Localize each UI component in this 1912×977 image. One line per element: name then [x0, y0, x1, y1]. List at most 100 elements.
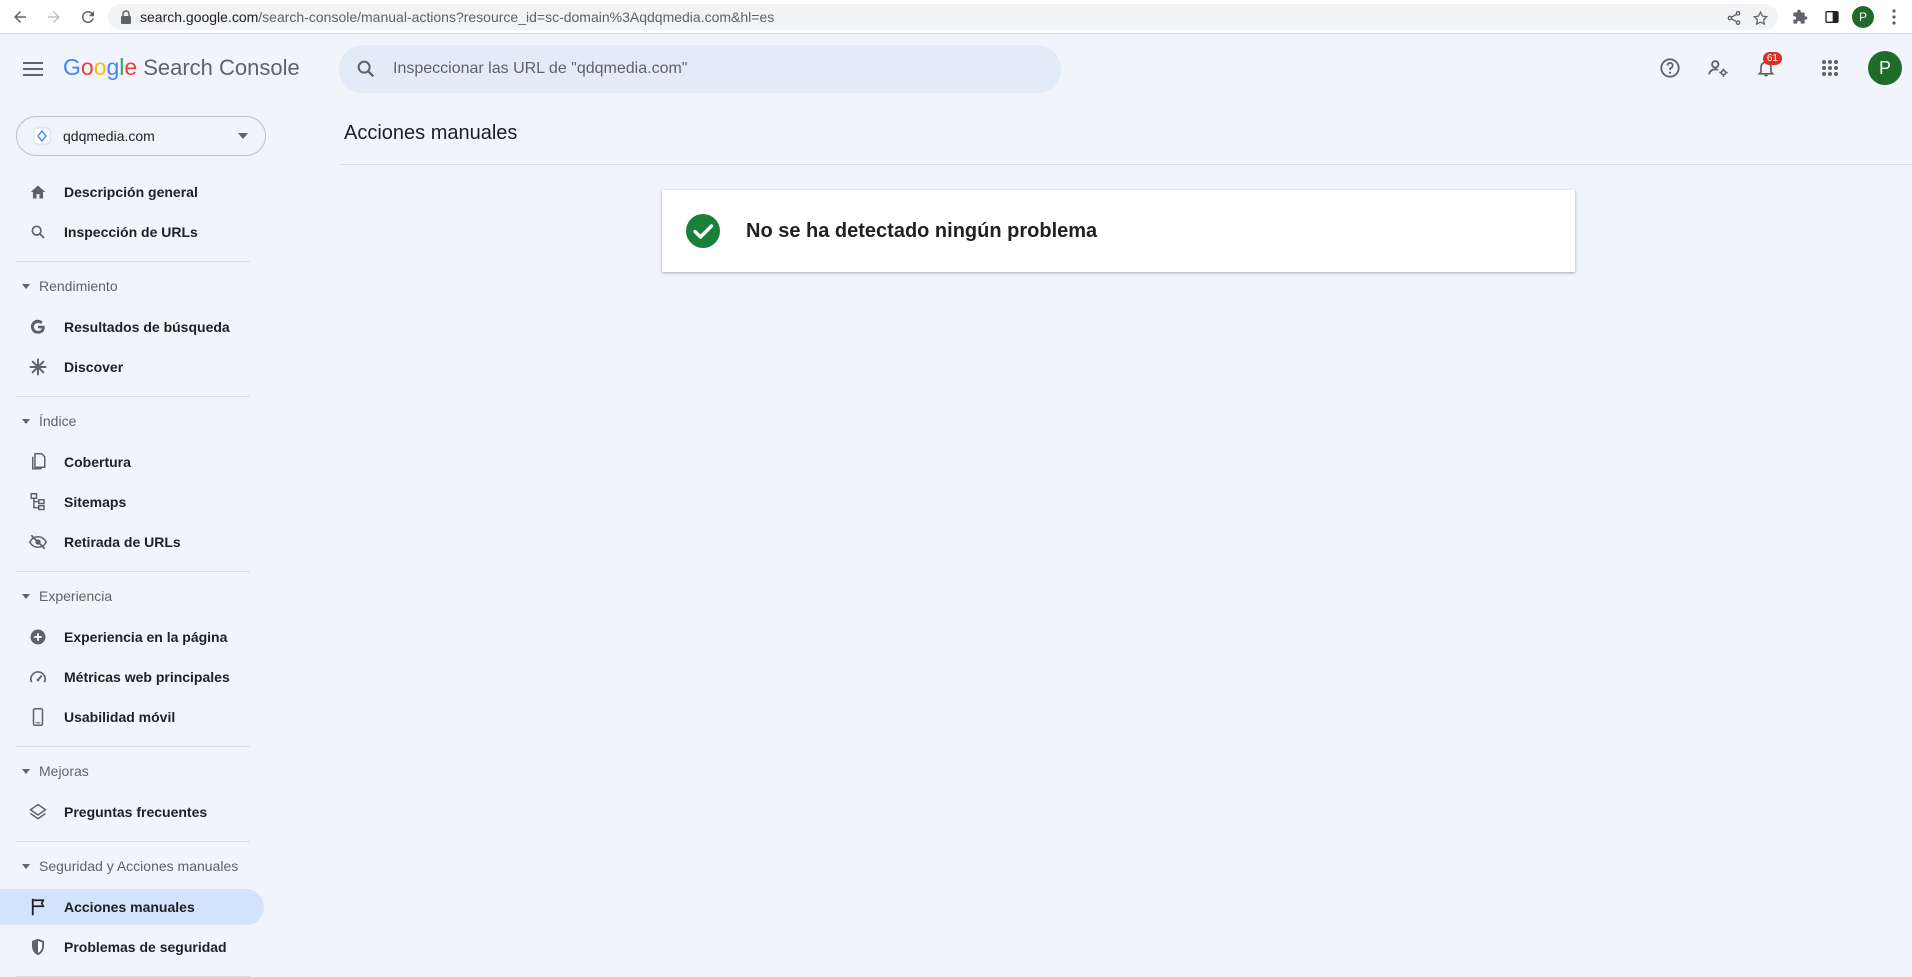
hamburger-menu-icon[interactable] — [20, 56, 46, 82]
lock-icon — [121, 10, 131, 24]
plus-circle-icon — [28, 627, 48, 647]
asterisk-icon — [28, 357, 48, 377]
sidebar-item-sitemaps[interactable]: Sitemaps — [0, 484, 264, 520]
search-input[interactable] — [393, 60, 993, 78]
sidebar-item-label: Retirada de URLs — [64, 534, 181, 550]
notifications-bell-icon[interactable]: 61 — [1746, 48, 1786, 88]
sidebar-item-core-web-vitals[interactable]: Métricas web principales — [0, 659, 264, 695]
section-title: Rendimiento — [39, 278, 118, 294]
sidebar-divider — [16, 746, 250, 747]
sidebar-item-security-issues[interactable]: Problemas de seguridad — [0, 929, 264, 965]
browser-toolbar: search.google.com/search-console/manual-… — [0, 0, 1912, 34]
notification-count-badge: 61 — [1762, 52, 1782, 65]
address-bar[interactable]: search.google.com/search-console/manual-… — [108, 4, 1778, 30]
section-enhancements[interactable]: Mejoras — [0, 756, 264, 786]
pages-icon — [28, 452, 48, 472]
section-experience[interactable]: Experiencia — [0, 581, 264, 611]
sitemap-icon — [28, 492, 48, 512]
sidebar-item-label: Preguntas frecuentes — [64, 804, 208, 820]
google-g-icon — [28, 317, 48, 337]
sidebar-divider — [16, 396, 250, 397]
collapse-arrow-icon — [22, 419, 30, 424]
extensions-icon[interactable] — [1788, 5, 1812, 29]
section-security-manual-actions[interactable]: Seguridad y Acciones manuales — [0, 851, 264, 881]
sidebar-divider — [16, 841, 250, 842]
sidebar-item-label: Cobertura — [64, 454, 131, 470]
gauge-icon — [28, 667, 48, 687]
collapse-arrow-icon — [22, 864, 30, 869]
sidebar-item-discover[interactable]: Discover — [0, 349, 264, 385]
sidebar-item-search-results[interactable]: Resultados de búsqueda — [0, 309, 264, 345]
sidebar-item-label: Experiencia en la página — [64, 629, 228, 645]
collapse-arrow-icon — [22, 769, 30, 774]
sidebar-item-label: Descripción general — [64, 184, 198, 200]
sidebar-divider — [16, 261, 250, 262]
sidebar-item-label: Inspección de URLs — [64, 224, 198, 240]
browser-profile-avatar[interactable]: P — [1852, 6, 1874, 28]
sidebar-item-faq[interactable]: Preguntas frecuentes — [0, 794, 264, 830]
domain-property-icon — [33, 127, 51, 145]
account-avatar[interactable]: P — [1868, 51, 1902, 85]
collapse-arrow-icon — [22, 594, 30, 599]
section-index[interactable]: Índice — [0, 406, 264, 436]
sidebar-item-page-experience[interactable]: Experiencia en la página — [0, 619, 264, 655]
sidebar-item-label: Discover — [64, 359, 124, 375]
browser-menu-icon[interactable] — [1882, 5, 1906, 29]
shield-icon — [28, 937, 48, 957]
main-content: Acciones manuales No se ha detectado nin… — [339, 104, 1912, 977]
eye-off-icon — [28, 532, 48, 552]
layers-icon — [28, 802, 48, 822]
bookmark-star-icon[interactable] — [1750, 8, 1770, 28]
check-circle-icon — [686, 214, 720, 248]
section-title: Experiencia — [39, 588, 113, 604]
search-console-logo[interactable]: Google Search Console — [63, 54, 300, 81]
section-title: Seguridad y Acciones manuales — [39, 858, 239, 874]
status-message: No se ha detectado ningún problema — [746, 219, 1098, 242]
collapse-arrow-icon — [22, 284, 30, 289]
user-settings-icon[interactable] — [1698, 48, 1738, 88]
sidebar-item-label: Acciones manuales — [64, 899, 195, 915]
page-title: Acciones manuales — [344, 122, 518, 144]
home-icon — [28, 182, 48, 202]
sidebar-item-label: Resultados de búsqueda — [64, 319, 230, 335]
url-inspection-search[interactable] — [339, 45, 1061, 93]
flag-icon — [28, 897, 48, 917]
title-divider — [339, 164, 1912, 165]
google-wordmark: Google — [63, 54, 138, 80]
phone-icon — [28, 707, 48, 727]
property-selector[interactable]: qdqmedia.com — [16, 116, 266, 156]
sidebar-item-label: Problemas de seguridad — [64, 939, 227, 955]
sidebar-item-manual-actions[interactable]: Acciones manuales — [0, 889, 264, 925]
share-icon[interactable] — [1724, 8, 1744, 28]
sidebar-item-url-inspection[interactable]: Inspección de URLs — [0, 214, 264, 250]
sidebar-item-mobile-usability[interactable]: Usabilidad móvil — [0, 699, 264, 735]
dropdown-caret-icon — [231, 124, 255, 148]
reload-icon — [81, 10, 94, 23]
side-panel-icon[interactable] — [1820, 5, 1844, 29]
app-header: Google Search Console 61 P — [0, 34, 1912, 104]
section-title: Mejoras — [39, 763, 89, 779]
url-host: search.google.com — [140, 9, 259, 25]
reload-button[interactable] — [74, 3, 102, 31]
sidebar-divider — [16, 571, 250, 572]
status-card: No se ha detectado ningún problema — [662, 190, 1575, 272]
property-name: qdqmedia.com — [63, 128, 155, 144]
section-performance[interactable]: Rendimiento — [0, 271, 264, 301]
product-name: Search Console — [143, 55, 300, 80]
help-icon[interactable] — [1650, 48, 1690, 88]
search-icon — [28, 222, 48, 242]
back-arrow-icon — [14, 10, 26, 23]
sidebar-item-coverage[interactable]: Cobertura — [0, 444, 264, 480]
sidebar-item-label: Sitemaps — [64, 494, 127, 510]
section-title: Índice — [39, 413, 77, 429]
forward-arrow-icon — [48, 10, 60, 23]
sidebar-item-url-removals[interactable]: Retirada de URLs — [0, 524, 264, 560]
forward-button[interactable] — [40, 3, 68, 31]
sidebar-item-label: Métricas web principales — [64, 669, 230, 685]
apps-grid-icon[interactable] — [1810, 48, 1850, 88]
url-path: /search-console/manual-actions?resource_… — [258, 9, 775, 25]
sidebar-nav: qdqmedia.com Descripción general Inspecc… — [0, 104, 266, 977]
back-button[interactable] — [6, 3, 34, 31]
sidebar-item-overview[interactable]: Descripción general — [0, 174, 264, 210]
sidebar-item-label: Usabilidad móvil — [64, 709, 176, 725]
